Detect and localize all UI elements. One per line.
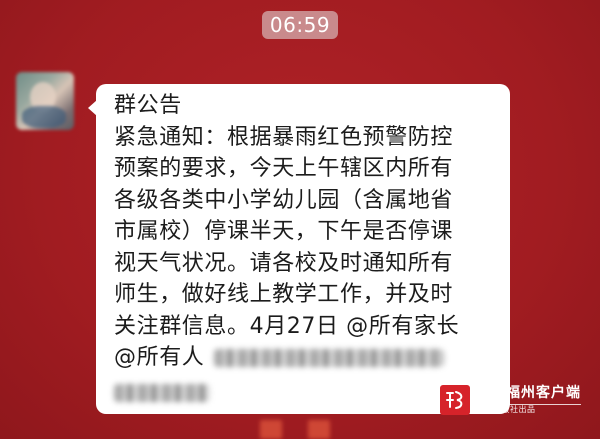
watermark-sub: 福州日报社出品 — [476, 405, 536, 414]
message-line: 预案的要求，今天上午辖区内所有 — [114, 156, 454, 181]
message-title: 群公告 — [114, 93, 182, 118]
avatar-body-blur — [22, 106, 66, 128]
timestamp-pill: 06:59 — [262, 11, 338, 39]
mention-all[interactable]: @所有人 — [114, 345, 204, 370]
message-line: 紧急通知：根据暴雨红色预警防控 — [114, 124, 454, 150]
message-line: 各级各类中小学幼儿园（含属地省 — [114, 187, 454, 213]
sender-avatar[interactable] — [16, 72, 74, 130]
watermark-texts: 掌上福州客户端 福州日报社出品 — [476, 385, 581, 415]
redacted-text — [114, 383, 210, 402]
message-text: 群公告 紧急通知：根据暴雨红色预警防控 预案的要求，今天上午辖区内所有 各级各类… — [114, 90, 510, 405]
message-line: 关注群信息。4月27日 @所有家长 — [114, 313, 460, 339]
watermark-name: 掌上福州客户端 — [476, 385, 581, 401]
message-line: 师生，做好线上教学工作，并及时 — [114, 282, 454, 307]
next-message-preview — [250, 420, 350, 439]
blurred-mark — [308, 420, 330, 439]
watermark: 掌上福州客户端 福州日报社出品 — [440, 383, 581, 417]
message-mention-line: @所有人 — [114, 342, 510, 374]
blurred-mark — [260, 420, 282, 439]
message-line: 市属校）停课半天，下午是否停课 — [114, 219, 454, 244]
message-line: 视天气状况。请各校及时通知所有 — [114, 250, 454, 276]
app-logo-icon — [440, 385, 470, 415]
redacted-text — [214, 349, 445, 367]
